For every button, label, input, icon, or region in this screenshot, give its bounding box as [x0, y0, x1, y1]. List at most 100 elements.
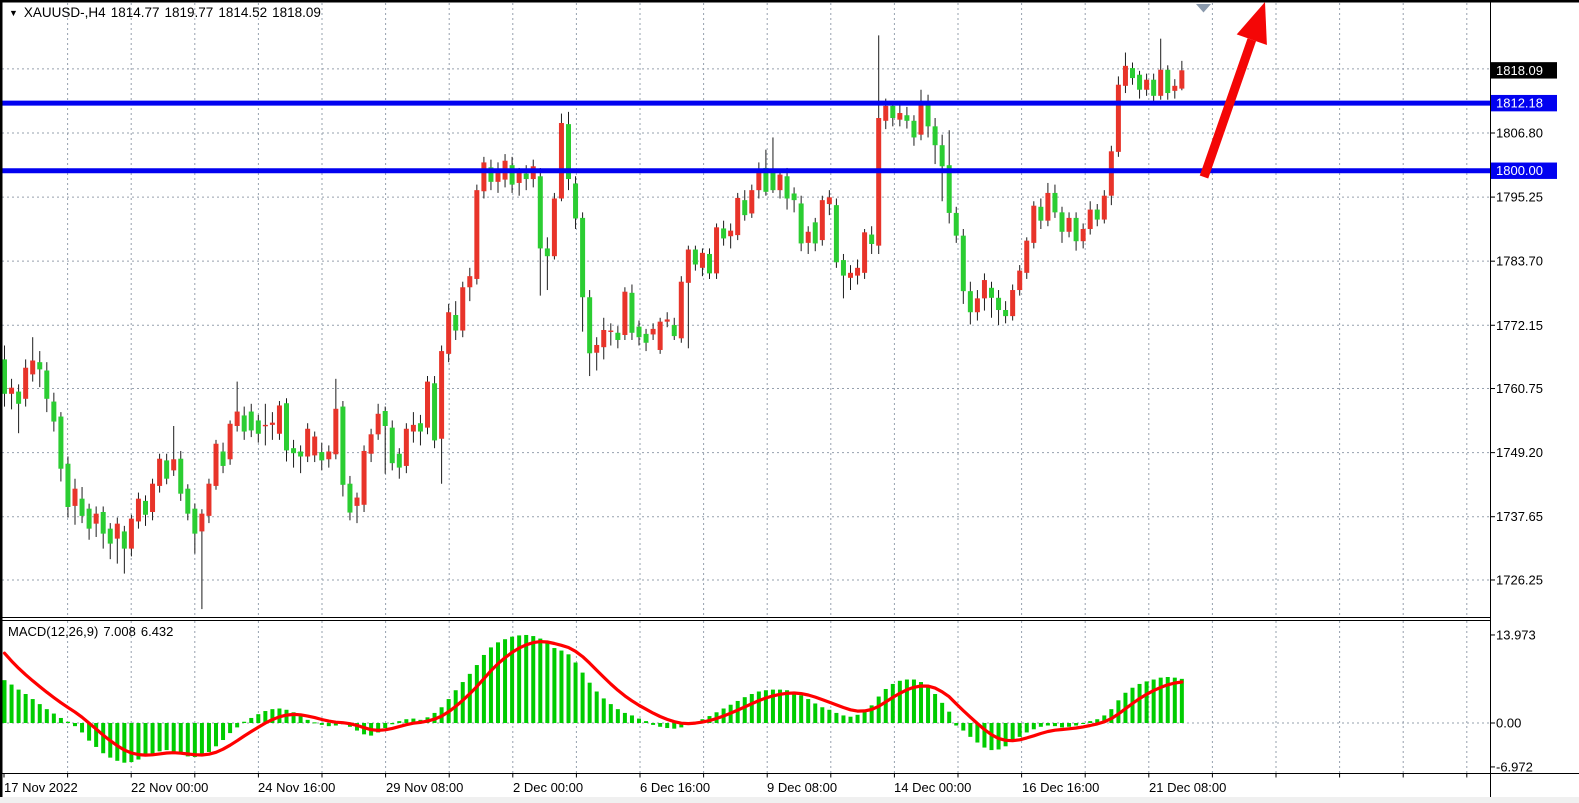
candle	[94, 514, 99, 524]
macd-bar	[757, 692, 761, 724]
macd-bar	[397, 721, 401, 723]
macd-bar	[933, 694, 937, 723]
candle	[206, 484, 211, 516]
macd-bar	[45, 709, 49, 723]
candle	[390, 428, 395, 464]
macd-bar	[158, 723, 162, 751]
candle	[249, 412, 254, 431]
candle	[919, 105, 924, 135]
macd-bar	[482, 655, 486, 723]
macd-bar	[186, 723, 190, 756]
candle	[672, 325, 677, 336]
candle	[80, 499, 85, 516]
macd-bar	[80, 723, 84, 732]
candle	[16, 392, 21, 404]
chart-window: 17 Nov 202222 Nov 00:0024 Nov 16:0029 No…	[0, 0, 1579, 803]
candle	[277, 405, 282, 433]
candle	[1144, 80, 1149, 90]
candle	[608, 331, 613, 332]
candle	[460, 287, 465, 330]
candle	[376, 414, 381, 435]
price-axis-label: 1795.25	[1496, 190, 1543, 205]
macd-bar	[658, 723, 662, 727]
time-axis-label: 6 Dec 16:00	[640, 780, 710, 795]
macd-bar	[1088, 721, 1092, 723]
level-price-badge: 1812.18	[1496, 96, 1543, 111]
candle	[693, 250, 698, 265]
macd-bar	[165, 723, 169, 750]
macd-bar	[806, 699, 810, 723]
candle	[58, 417, 63, 469]
candle	[143, 501, 148, 515]
time-axis-label: 22 Nov 00:00	[131, 780, 208, 795]
candle	[890, 106, 895, 118]
time-axis-label: 21 Dec 08:00	[1149, 780, 1226, 795]
candle	[587, 297, 592, 353]
macd-bar	[1039, 723, 1043, 727]
macd-bar	[940, 703, 944, 723]
candle	[989, 288, 994, 298]
candle	[904, 115, 909, 121]
macd-bar	[327, 723, 331, 726]
candle	[799, 203, 804, 243]
macd-bar	[235, 723, 239, 727]
macd-bar	[877, 697, 881, 723]
candle	[848, 273, 853, 278]
candle	[199, 514, 204, 532]
price-axis-label: 1737.65	[1496, 509, 1543, 524]
close-value: 1818.09	[272, 5, 321, 20]
candle	[362, 451, 367, 505]
candle	[51, 402, 56, 422]
candle	[552, 198, 557, 256]
candle	[841, 260, 846, 276]
macd-bar	[820, 707, 824, 723]
candle	[481, 162, 486, 191]
candle	[792, 193, 797, 200]
macd-bar	[475, 665, 479, 723]
candle	[728, 231, 733, 237]
candle	[411, 425, 416, 432]
candle	[122, 531, 127, 548]
macd-bar	[637, 719, 641, 723]
main-panel-surface[interactable]	[2, 3, 1490, 617]
ohlc-header: ▼XAUUSD-,H41814.771819.771814.521818.09	[9, 5, 326, 20]
candle	[679, 282, 684, 339]
macd-bar	[129, 723, 133, 762]
macd-bar	[115, 723, 119, 761]
candle	[164, 460, 169, 478]
candle	[9, 388, 14, 394]
time-axis-label: 24 Nov 16:00	[258, 780, 335, 795]
candle	[185, 489, 190, 514]
price-chart[interactable]: 17 Nov 202222 Nov 00:0024 Nov 16:0029 No…	[0, 0, 1579, 803]
candle	[665, 319, 670, 321]
macd-bar	[665, 723, 669, 728]
macd-bar	[52, 714, 56, 723]
macd-bar	[24, 694, 28, 723]
candle	[615, 333, 620, 340]
candle	[1003, 310, 1008, 316]
time-axis-label: 9 Dec 08:00	[767, 780, 837, 795]
candle	[785, 176, 790, 198]
macd-signal-value: 6.432	[141, 624, 174, 639]
candle	[23, 368, 28, 399]
macd-bar	[249, 718, 253, 723]
macd-bar	[574, 663, 578, 723]
macd-bar	[750, 694, 754, 723]
macd-bar	[404, 719, 408, 723]
macd-bar	[59, 718, 63, 723]
time-axis-label: 14 Dec 00:00	[894, 780, 971, 795]
candle	[806, 232, 811, 243]
candle	[1074, 218, 1079, 241]
candle	[1052, 193, 1057, 212]
price-axis-label: 1749.20	[1496, 445, 1543, 460]
macd-bar	[1138, 684, 1142, 723]
price-axis-label: 1783.70	[1496, 254, 1543, 269]
candle	[446, 312, 451, 354]
macd-bar	[545, 643, 549, 723]
macd-bar	[228, 723, 232, 733]
candle	[383, 411, 388, 426]
symbol-dropdown-icon[interactable]: ▼	[9, 8, 18, 18]
symbol-timeframe-label: XAUUSD-,H4	[24, 5, 106, 20]
macd-bar	[961, 723, 965, 731]
macd-bar	[524, 635, 528, 723]
